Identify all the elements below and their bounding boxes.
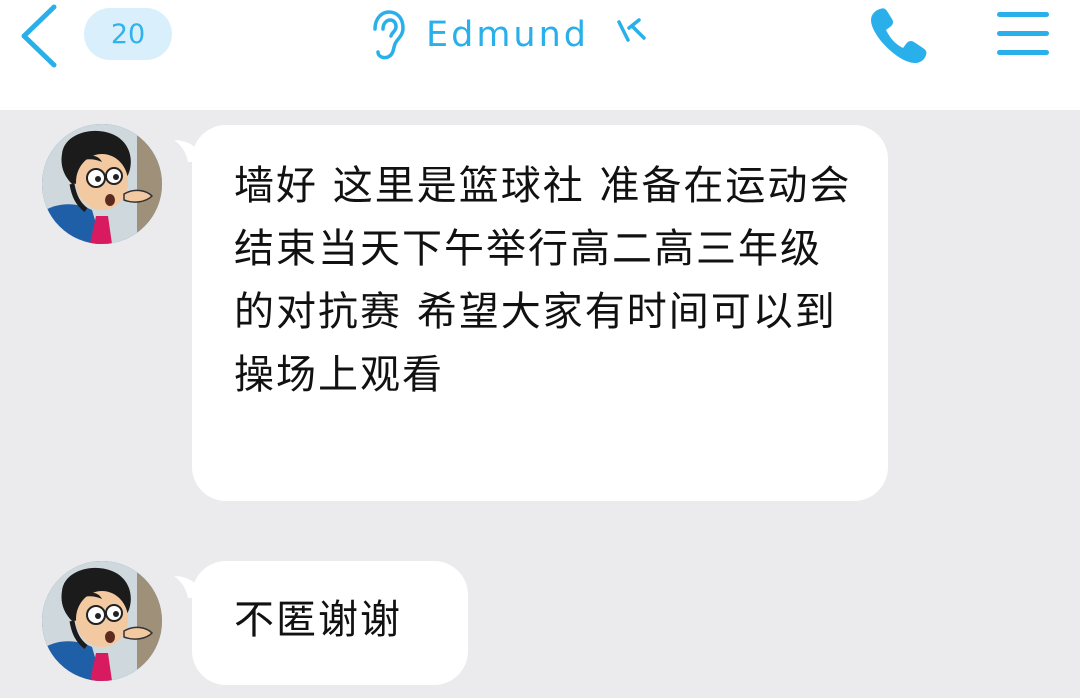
phone-icon — [871, 8, 927, 63]
vip-badge-icon — [617, 18, 646, 42]
cartoon-avatar — [42, 561, 162, 681]
contact-name: Edmund — [426, 14, 590, 55]
ear-icon — [373, 10, 405, 60]
call-button[interactable] — [864, 2, 934, 70]
sender-avatar[interactable] — [42, 124, 162, 244]
hamburger-menu-icon — [997, 12, 1049, 55]
unread-count: 20 — [110, 18, 146, 50]
contact-title[interactable]: Edmund — [366, 6, 649, 64]
message-text: 墙好 这里是篮球社 准备在运动会结束当天下午举行高二高三年级的对抗赛 希望大家有… — [234, 163, 852, 398]
message-bubble[interactable]: 不匿谢谢 — [192, 561, 468, 685]
chevron-left-icon — [21, 4, 57, 68]
cartoon-avatar — [42, 124, 162, 244]
chat-screen: 20 Edmund 墙好 这里是篮球社 准备在运动会结束当天下午举行高二高三年级… — [0, 0, 1080, 698]
message-text: 不匿谢谢 — [234, 597, 402, 643]
chat-header: 20 Edmund — [0, 0, 1080, 110]
back-button[interactable] — [8, 2, 68, 70]
message-bubble[interactable]: 墙好 这里是篮球社 准备在运动会结束当天下午举行高二高三年级的对抗赛 希望大家有… — [192, 125, 888, 501]
menu-button[interactable] — [990, 4, 1056, 64]
unread-count-badge[interactable]: 20 — [84, 8, 172, 60]
sender-avatar[interactable] — [42, 561, 162, 681]
